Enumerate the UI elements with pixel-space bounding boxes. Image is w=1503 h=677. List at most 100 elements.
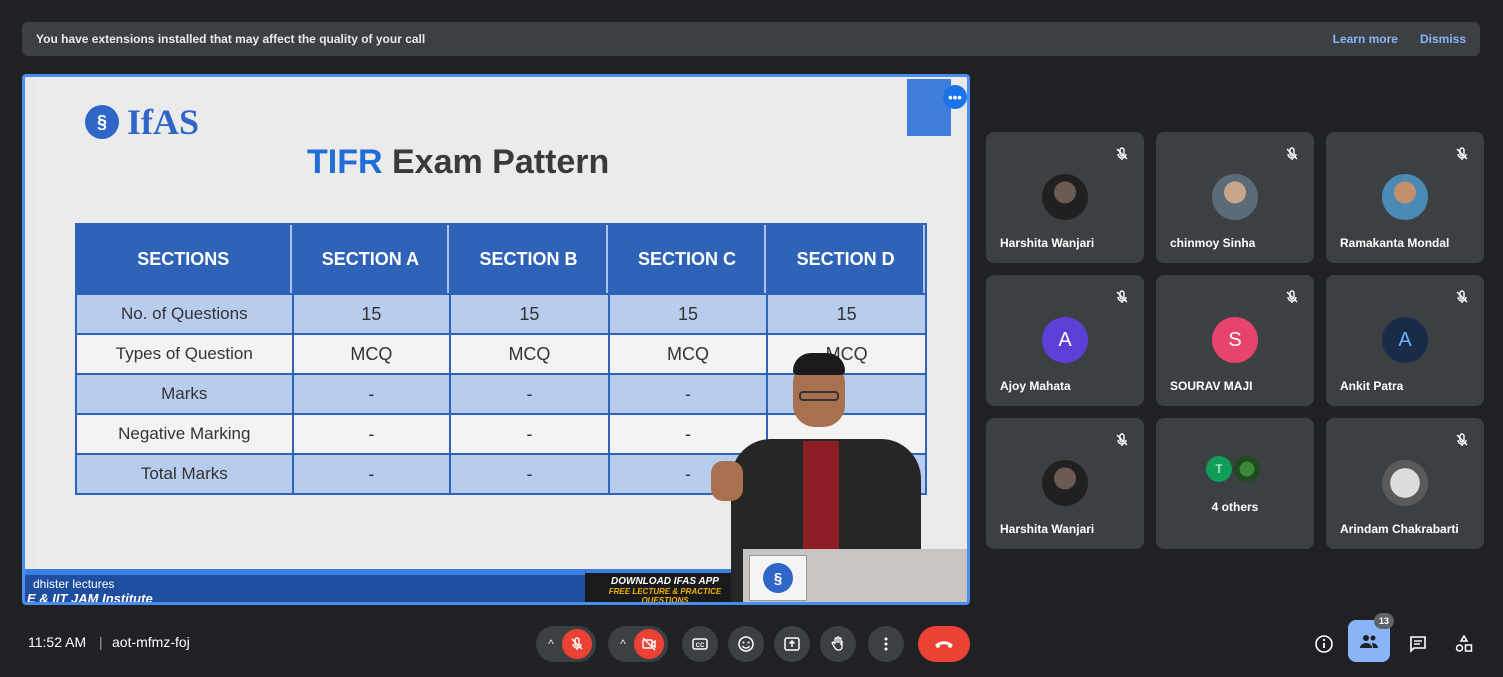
ifas-badge-icon: § — [763, 563, 793, 593]
others-avatar — [1234, 456, 1260, 482]
table-cell: - — [451, 375, 608, 413]
hand-icon — [831, 636, 843, 651]
ifas-logo: § IfAS — [85, 101, 199, 143]
participant-avatar: A — [1382, 317, 1428, 363]
presenter-cam-overlay: § — [743, 549, 967, 602]
footer-caption: dhister lectures — [33, 577, 115, 591]
people-count-badge: 13 — [1374, 613, 1394, 629]
mic-control-group: ^ — [536, 626, 596, 662]
end-call-icon — [935, 641, 953, 648]
table-cell: 15 — [768, 295, 925, 333]
table-cell: Negative Marking — [77, 415, 292, 453]
table-header-row: SECTIONS SECTION A SECTION B SECTION C S… — [77, 225, 925, 293]
separator: | — [99, 634, 103, 650]
participant-name: Ramakanta Mondal — [1340, 236, 1450, 250]
reactions-button[interactable] — [728, 626, 764, 662]
table-cell: - — [293, 375, 450, 413]
slide-title-rest: Exam Pattern — [382, 143, 610, 181]
others-avatar: T — [1206, 456, 1232, 482]
participant-tile[interactable]: A Ajoy Mahata — [986, 275, 1144, 406]
mic-off-icon — [1116, 433, 1128, 446]
learn-more-link[interactable]: Learn more — [1333, 32, 1398, 46]
participant-avatar — [1382, 460, 1428, 506]
meet-window: You have extensions installed that may a… — [0, 0, 1503, 677]
table-header: SECTION A — [293, 225, 450, 293]
mic-off-icon — [1456, 147, 1468, 160]
others-tile[interactable]: T 4 others — [1156, 418, 1314, 549]
meeting-details-button[interactable] — [1310, 630, 1338, 658]
meeting-controls-bar: 11:52 AM | aot-mfmz-foj ^ ^ CC 13 — [0, 610, 1503, 677]
participant-avatar — [1042, 174, 1088, 220]
participant-tile[interactable]: Harshita Wanjari — [986, 132, 1144, 263]
dismiss-button[interactable]: Dismiss — [1420, 32, 1466, 46]
chat-icon — [1410, 636, 1426, 653]
video-options-chevron-icon[interactable]: ^ — [612, 637, 634, 651]
participant-tile[interactable]: Ramakanta Mondal — [1326, 132, 1484, 263]
participant-tile[interactable]: Arindam Chakrabarti — [1326, 418, 1484, 549]
participant-name: SOURAV MAJI — [1170, 379, 1253, 393]
participant-avatar — [1382, 174, 1428, 220]
people-icon — [1360, 635, 1378, 648]
audio-options-chevron-icon[interactable]: ^ — [540, 637, 562, 651]
meeting-code[interactable]: aot-mfmz-foj — [112, 634, 190, 650]
more-vert-icon — [884, 637, 888, 651]
participant-avatar — [1042, 460, 1088, 506]
table-cell: MCQ — [451, 335, 608, 373]
participant-name: Ajoy Mahata — [1000, 379, 1071, 393]
mic-off-icon — [1116, 147, 1128, 160]
mic-off-icon — [1456, 290, 1468, 303]
participant-avatar: A — [1042, 317, 1088, 363]
chat-button[interactable] — [1404, 630, 1432, 658]
info-icon — [1315, 635, 1333, 653]
participant-tile[interactable]: S SOURAV MAJI — [1156, 275, 1314, 406]
mic-off-icon — [1286, 147, 1298, 160]
presenter-glasses — [799, 391, 839, 401]
table-cell: - — [451, 455, 608, 493]
participant-tile[interactable]: Harshita Wanjari — [986, 418, 1144, 549]
slide-title-accent: TIFR — [307, 143, 383, 181]
activities-icon — [1455, 634, 1473, 652]
more-options-button[interactable] — [868, 626, 904, 662]
table-header: SECTION B — [451, 225, 608, 293]
camera-off-button[interactable] — [634, 629, 664, 659]
more-options-icon[interactable]: ••• — [943, 85, 967, 109]
mic-off-icon — [1116, 290, 1128, 303]
table-row: No. of Questions 15 15 15 15 — [77, 295, 925, 333]
presentation-tile[interactable]: § IfAS TIFR Exam Pattern SECTIONS SECTIO… — [22, 74, 970, 605]
ifas-logo-text: IfAS — [127, 102, 200, 142]
leave-call-button[interactable] — [918, 626, 970, 662]
participant-tile[interactable]: chinmoy Sinha — [1156, 132, 1314, 263]
table-cell: - — [293, 415, 450, 453]
activities-button[interactable] — [1450, 630, 1478, 658]
table-header: SECTION C — [609, 225, 767, 293]
table-header: SECTIONS — [77, 225, 292, 293]
extensions-warning-banner: You have extensions installed that may a… — [22, 22, 1480, 56]
presenter-hand — [711, 461, 743, 501]
mic-off-icon — [571, 637, 583, 650]
camera-off-icon — [642, 637, 656, 651]
participant-name: Arindam Chakrabarti — [1340, 522, 1459, 536]
participant-name: Harshita Wanjari — [1000, 236, 1095, 250]
present-button[interactable] — [774, 626, 810, 662]
mic-off-icon — [1286, 290, 1298, 303]
table-header: SECTION D — [768, 225, 925, 293]
table-cell: 15 — [451, 295, 608, 333]
table-cell: Marks — [77, 375, 292, 413]
presenter-shirt — [803, 441, 839, 551]
captions-button[interactable]: CC — [682, 626, 718, 662]
participant-name: Ankit Patra — [1340, 379, 1404, 393]
participant-tile[interactable]: A Ankit Patra — [1326, 275, 1484, 406]
table-cell: - — [451, 415, 608, 453]
table-cell: Total Marks — [77, 455, 292, 493]
table-cell: - — [293, 455, 450, 493]
table-cell: Types of Question — [77, 335, 292, 373]
footer-institute: E & IIT JAM Institute — [27, 591, 153, 605]
presenter-hair — [793, 353, 845, 375]
participant-avatar — [1212, 174, 1258, 220]
raise-hand-button[interactable] — [820, 626, 856, 662]
table-cell: No. of Questions — [77, 295, 292, 333]
mic-off-button[interactable] — [562, 629, 592, 659]
table-cell: 15 — [293, 295, 450, 333]
camera-control-group: ^ — [608, 626, 668, 662]
slide-corner-block — [907, 79, 951, 136]
